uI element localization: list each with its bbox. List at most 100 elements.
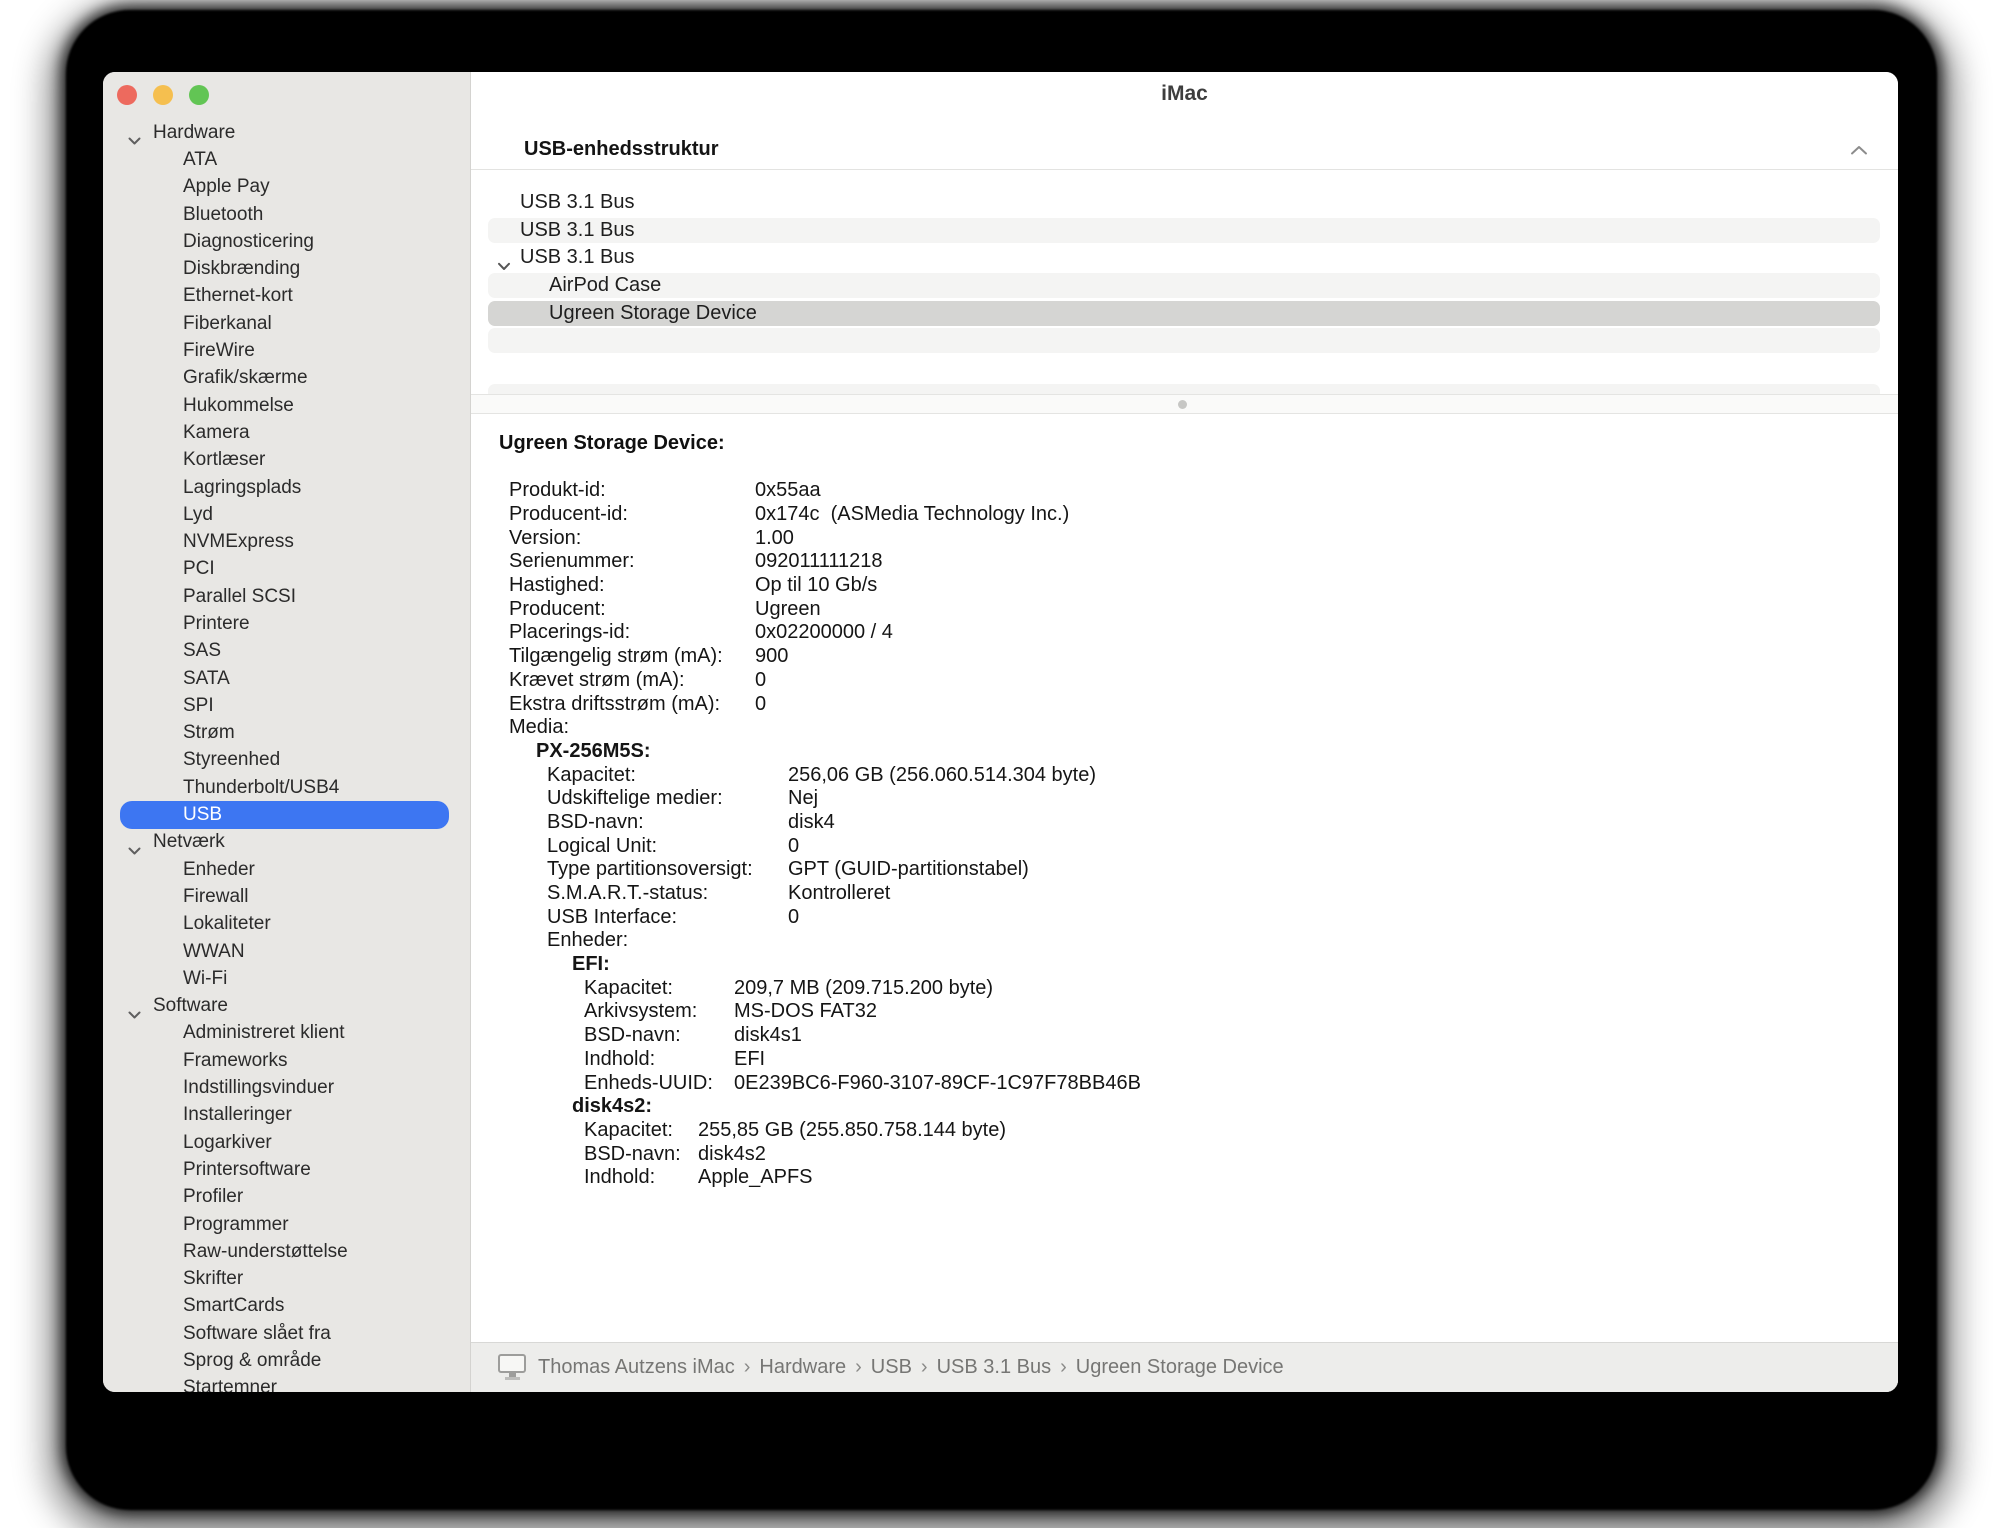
sidebar-item[interactable]: PCI [120,556,449,583]
sidebar-item[interactable]: Installeringer [120,1102,449,1129]
property-row: Indhold: Apple_APFS [471,1166,1898,1190]
property-row: Media: [471,716,1898,740]
device-detail-pane[interactable]: Ugreen Storage Device: Produkt-id: 0x55a… [471,414,1898,1342]
property-value: 0 [788,835,799,858]
property-value: 0E239BC6-F960-3107-89CF-1C97F78BB46B [734,1072,1141,1095]
sidebar-item[interactable]: Strøm [120,720,449,747]
detail-title: Ugreen Storage Device: [499,432,1898,455]
sidebar-item[interactable]: Firewall [120,883,449,910]
splitter-handle-dot[interactable] [1178,400,1187,409]
sidebar-item[interactable]: SAS [120,638,449,665]
sidebar-item[interactable]: Sprog & område [120,1347,449,1374]
property-label: Enheds-UUID: [584,1072,734,1095]
sidebar-item[interactable]: Lokaliteter [120,911,449,938]
sidebar-item[interactable]: Diskbrænding [120,255,449,282]
sidebar-item[interactable]: Apple Pay [120,174,449,201]
sidebar: Hardware ATA Apple Pay [103,72,471,1392]
sidebar-item-label: Parallel SCSI [183,586,296,608]
sidebar-item[interactable]: Enheder [120,856,449,883]
sidebar-item[interactable]: Printere [120,610,449,637]
usb-device-tree[interactable]: USB 3.1 Bus USB 3.1 Bus USB 3.1 [471,170,1898,394]
property-value: 0x02200000 / 4 [755,621,893,644]
sidebar-item[interactable]: Printersoftware [120,1156,449,1183]
sidebar-item-label: Kortlæser [183,449,265,471]
sidebar-item[interactable]: Lagringsplads [120,474,449,501]
sidebar-item[interactable]: Software [120,993,449,1020]
property-row: Serienummer: 092011111218 [471,550,1898,574]
sidebar-item[interactable]: Hukommelse [120,392,449,419]
sidebar-item-label: Profiler [183,1186,243,1208]
sidebar-item[interactable]: Profiler [120,1184,449,1211]
sidebar-item[interactable]: Programmer [120,1211,449,1238]
sidebar-item[interactable]: FireWire [120,337,449,364]
sidebar-item-label: Administreret klient [183,1022,345,1044]
property-label: S.M.A.R.T.-status: [547,882,788,905]
sidebar-item[interactable]: Startemner [120,1375,449,1392]
sidebar-item[interactable]: Skrifter [120,1265,449,1292]
sidebar-item-label: Lokaliteter [183,913,271,935]
sidebar-item-label: Apple Pay [183,176,270,198]
content-pane: iMac USB-enhedsstruktur USB 3.1 Bus [471,72,1898,1392]
sidebar-item-label: FireWire [183,340,255,362]
property-label: Kapacitet: [584,1119,698,1142]
tree-row[interactable]: USB 3.1 Bus [488,245,1880,270]
property-value: 255,85 GB (255.850.758.144 byte) [698,1119,1006,1142]
tree-row-label: Ugreen Storage Device [549,302,757,325]
sidebar-item[interactable]: WWAN [120,938,449,965]
sidebar-item[interactable]: SATA [120,665,449,692]
sidebar-item[interactable]: Indstillingsvinduer [120,1074,449,1101]
sidebar-item-label: Bluetooth [183,204,263,226]
detail-properties: Produkt-id: 0x55aa Producent-id: 0x174c … [471,479,1898,1190]
sidebar-item[interactable]: Frameworks [120,1047,449,1074]
sidebar-item-label: Sprog & område [183,1350,321,1372]
property-label: Type partitionsoversigt: [547,858,788,881]
sidebar-item[interactable]: NVMExpress [120,528,449,555]
sidebar-item[interactable]: Wi-Fi [120,965,449,992]
sidebar-item-label: ATA [183,149,217,171]
property-row: disk4s2: [471,1095,1898,1119]
breadcrumb-label: Thomas Autzens iMac [538,1356,735,1379]
property-row: PX-256M5S: [471,740,1898,764]
tree-row[interactable]: USB 3.1 Bus [488,190,1880,215]
tree-row[interactable]: AirPod Case [488,273,1880,298]
property-value: disk4s2 [698,1143,766,1166]
sidebar-item[interactable]: Thunderbolt/USB4 [120,774,449,801]
sidebar-item[interactable]: Raw-understøttelse [120,1238,449,1265]
sidebar-item[interactable]: ATA [120,146,449,173]
sidebar-item[interactable]: Software slået fra [120,1320,449,1347]
sidebar-item[interactable]: Logarkiver [120,1129,449,1156]
sidebar-item[interactable]: Parallel SCSI [120,583,449,610]
sidebar-item[interactable]: Administreret klient [120,1020,449,1047]
sidebar-item[interactable]: Ethernet-kort [120,283,449,310]
breadcrumb-label: USB [871,1356,912,1379]
sidebar-item[interactable]: SmartCards [120,1293,449,1320]
property-label: Tilgængelig strøm (mA): [509,645,755,668]
sidebar-item[interactable]: Styreenhed [120,747,449,774]
property-label: BSD-navn: [584,1024,734,1047]
sidebar-item[interactable]: Hardware [120,119,449,146]
sidebar-item[interactable]: Netværk [120,829,449,856]
sidebar-item[interactable]: SPI [120,692,449,719]
sidebar-item[interactable]: USB [120,801,449,828]
chevron-up-icon[interactable] [1850,143,1868,155]
sidebar-item[interactable]: Kortlæser [120,447,449,474]
sidebar-item[interactable]: Fiberkanal [120,310,449,337]
pane-splitter[interactable] [471,394,1898,414]
property-row: Produkt-id: 0x55aa [471,479,1898,503]
sidebar-item[interactable]: Kamera [120,419,449,446]
property-value: 1.00 [755,527,794,550]
sidebar-item[interactable]: Lyd [120,501,449,528]
property-row: Udskiftelige medier: Nej [471,787,1898,811]
sidebar-item[interactable]: Grafik/skærme [120,365,449,392]
tree-row[interactable]: Ugreen Storage Device [488,301,1880,326]
zoom-button[interactable] [189,85,209,105]
sidebar-item[interactable]: Diagnosticering [120,228,449,255]
minimize-button[interactable] [153,85,173,105]
sidebar-item[interactable]: Bluetooth [120,201,449,228]
statusbar: Thomas Autzens iMac › Hardware › USB › [471,1342,1898,1392]
tree-row[interactable]: USB 3.1 Bus [488,218,1880,243]
property-row: BSD-navn: disk4s2 [471,1142,1898,1166]
property-value: 209,7 MB (209.715.200 byte) [734,977,993,1000]
property-label: BSD-navn: [547,811,788,834]
close-button[interactable] [117,85,137,105]
